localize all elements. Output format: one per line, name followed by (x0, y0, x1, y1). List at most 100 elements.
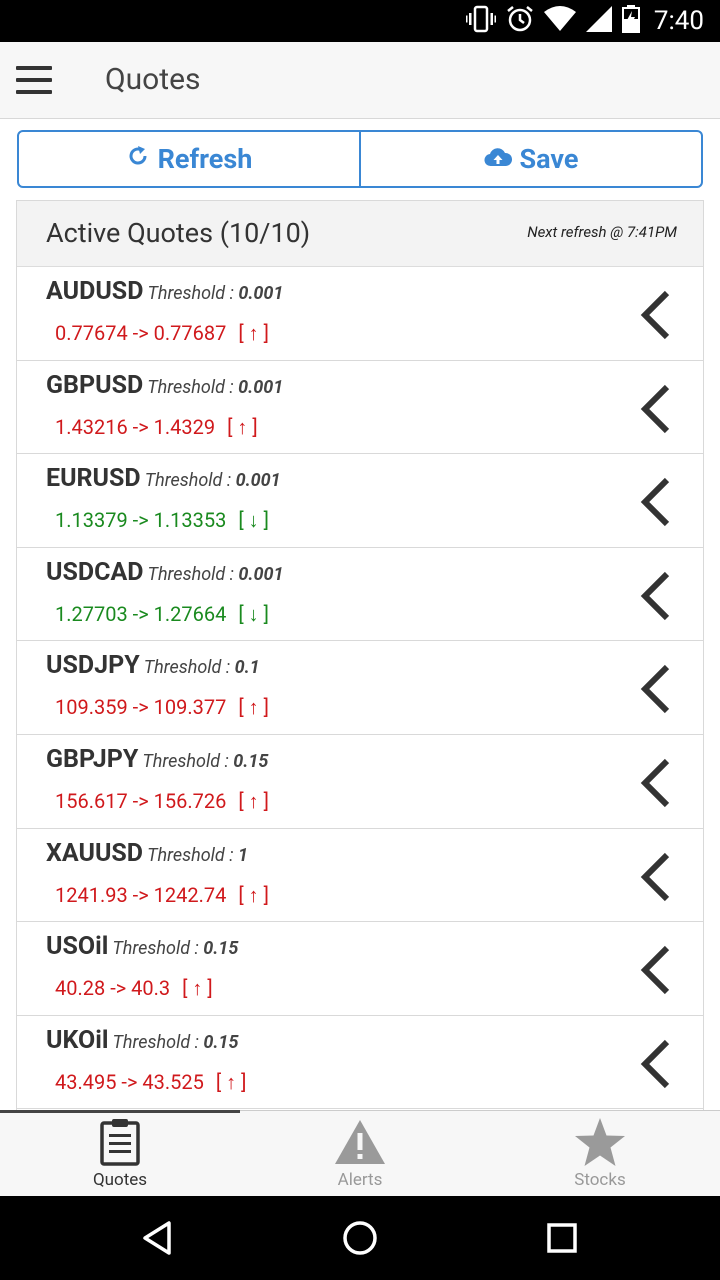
quote-symbol: XAUUSD (46, 838, 144, 868)
quote-row-header: USDJPY Threshold : 0.1 (46, 651, 260, 680)
save-button[interactable]: Save (361, 130, 703, 188)
battery-icon (621, 5, 640, 37)
quote-row-header: USOil Threshold : 0.15 (46, 932, 238, 961)
threshold-value: 0.1 (234, 657, 260, 679)
quote-row-header: UKOil Threshold : 0.15 (46, 1026, 238, 1055)
chevron-left-icon[interactable] (637, 476, 677, 528)
quote-symbol: UKOil (46, 1025, 109, 1055)
quote-row-usdcad[interactable]: USDCAD Threshold : 0.001 1.27703 -> 1.2766… (17, 547, 703, 642)
back-icon[interactable] (133, 1213, 183, 1263)
tab-alerts[interactable]: Alerts (240, 1111, 480, 1197)
quote-change-line: 43.495 -> 43.525 [ ↑ ] (55, 1070, 246, 1095)
bottom-tab-bar: Quotes Alerts Stocks (0, 1110, 720, 1197)
threshold-value: 0.15 (203, 1031, 239, 1053)
chevron-left-icon[interactable] (637, 570, 677, 622)
hamburger-menu-icon[interactable] (16, 66, 54, 94)
app-bar: Quotes (0, 42, 720, 119)
list-header: Active Quotes (10/10) Next refresh @ 7:4… (17, 201, 703, 267)
threshold-label: Threshold : (112, 938, 204, 960)
price-change: 1241.93 -> 1242.74 (55, 882, 227, 907)
price-change: 43.495 -> 43.525 (55, 1069, 204, 1094)
quote-row-xauusd[interactable]: XAUUSD Threshold : 1 1241.93 -> 1242.74 [ ↑… (17, 828, 703, 923)
threshold-label: Threshold : (142, 750, 234, 772)
page-title: Quotes (105, 62, 201, 97)
quote-row-gbpusd[interactable]: GBPUSD Threshold : 0.001 1.43216 -> 1.4329… (17, 360, 703, 455)
tab-stocks[interactable]: Stocks (480, 1111, 720, 1197)
direction-indicator: [ ↑ ] (215, 1069, 247, 1094)
threshold-label: Threshold : (147, 283, 239, 304)
chevron-left-icon[interactable] (637, 663, 677, 715)
chevron-left-icon[interactable] (637, 757, 677, 809)
tab-quotes[interactable]: Quotes (0, 1111, 240, 1197)
threshold-value: 1 (237, 844, 248, 866)
quote-change-line: 1.43216 -> 1.4329 [ ↑ ] (55, 415, 258, 440)
quote-change-line: 1.27703 -> 1.27664 [ ↓ ] (55, 602, 269, 627)
chevron-left-icon[interactable] (637, 851, 677, 903)
direction-indicator: [ ↑ ] (238, 882, 269, 907)
status-time: 7:40 (653, 6, 704, 36)
threshold-value: 0.001 (235, 470, 281, 492)
quote-change-line: 109.359 -> 109.377 [ ↑ ] (55, 695, 269, 720)
quote-row-header: AUDUSD Threshold : 0.001 (46, 277, 283, 306)
recent-apps-icon[interactable] (537, 1213, 587, 1263)
vibrate-icon (465, 5, 496, 37)
threshold-value: 0.001 (238, 283, 284, 304)
quote-row-usoil[interactable]: USOil Threshold : 0.15 40.28 -> 40.3 [ ↑ ] (17, 922, 703, 1016)
quote-change-line: 1241.93 -> 1242.74 [ ↑ ] (55, 883, 269, 908)
direction-indicator: [ ↑ ] (227, 414, 258, 439)
signal-icon (585, 6, 612, 36)
price-change: 1.43216 -> 1.4329 (55, 414, 216, 439)
quote-change-line: 1.13379 -> 1.13353 [ ↓ ] (55, 508, 269, 533)
next-refresh-time: Next refresh @ 7:41PM (527, 223, 677, 241)
direction-indicator: [ ↓ ] (238, 601, 269, 626)
quote-row-header: XAUUSD Threshold : 1 (46, 839, 248, 868)
threshold-label: Threshold : (147, 844, 238, 866)
threshold-label: Threshold : (144, 470, 236, 492)
status-bar: 7:40 (0, 0, 720, 42)
chevron-left-icon[interactable] (637, 383, 677, 435)
quote-symbol: GBPUSD (46, 370, 144, 400)
price-change: 156.617 -> 156.726 (55, 788, 227, 813)
quote-symbol: USDJPY (46, 651, 140, 681)
quote-row-gbpjpy[interactable]: GBPJPY Threshold : 0.15 156.617 -> 156.726… (17, 734, 703, 829)
star-icon (574, 1117, 626, 1171)
system-nav-bar (0, 1196, 720, 1280)
direction-indicator: [ ↑ ] (238, 695, 269, 720)
quote-symbol: USDCAD (46, 557, 144, 587)
chevron-left-icon[interactable] (637, 944, 677, 996)
threshold-value: 0.001 (238, 376, 284, 398)
chevron-left-icon[interactable] (637, 1038, 677, 1090)
quote-row-header: EURUSD Threshold : 0.001 (46, 464, 281, 493)
quote-row-ukoil[interactable]: UKOil Threshold : 0.15 43.495 -> 43.525 [ ↑… (17, 1015, 703, 1110)
quote-rows: AUDUSD Threshold : 0.001 0.77674 -> 0.7768… (17, 267, 703, 1110)
direction-indicator: [ ↑ ] (238, 321, 269, 345)
chevron-left-icon[interactable] (637, 289, 677, 341)
price-change: 1.27703 -> 1.27664 (55, 601, 227, 626)
quote-symbol: AUDUSD (46, 277, 144, 306)
quote-symbol: GBPJPY (46, 744, 139, 774)
quote-row-audusd[interactable]: AUDUSD Threshold : 0.001 0.77674 -> 0.7768… (17, 267, 703, 361)
threshold-label: Threshold : (147, 376, 239, 398)
warning-icon (334, 1119, 386, 1169)
quote-change-line: 40.28 -> 40.3 [ ↑ ] (55, 976, 213, 1001)
price-change: 1.13379 -> 1.13353 (55, 508, 227, 533)
quote-row-header: USDCAD Threshold : 0.001 (46, 558, 284, 587)
clipboard-icon (100, 1118, 140, 1170)
threshold-value: 0.15 (233, 750, 269, 772)
quote-symbol: EURUSD (46, 464, 141, 494)
quote-row-eurusd[interactable]: EURUSD Threshold : 0.001 1.13379 -> 1.1335… (17, 454, 703, 548)
price-change: 40.28 -> 40.3 (55, 976, 171, 1001)
home-icon[interactable] (335, 1213, 385, 1263)
refresh-icon (126, 143, 150, 175)
action-button-bar: Refresh Save (17, 130, 703, 188)
refresh-label: Refresh (157, 143, 253, 175)
wifi-icon (543, 6, 576, 36)
cloud-upload-icon (483, 143, 512, 175)
list-title: Active Quotes (10/10) (46, 217, 311, 249)
threshold-value: 0.15 (203, 938, 239, 960)
quote-row-usdjpy[interactable]: USDJPY Threshold : 0.1 109.359 -> 109.377 [… (17, 641, 703, 735)
refresh-button[interactable]: Refresh (17, 130, 361, 188)
threshold-value: 0.001 (238, 563, 284, 585)
threshold-label: Threshold : (147, 563, 239, 585)
direction-indicator: [ ↑ ] (238, 788, 269, 813)
